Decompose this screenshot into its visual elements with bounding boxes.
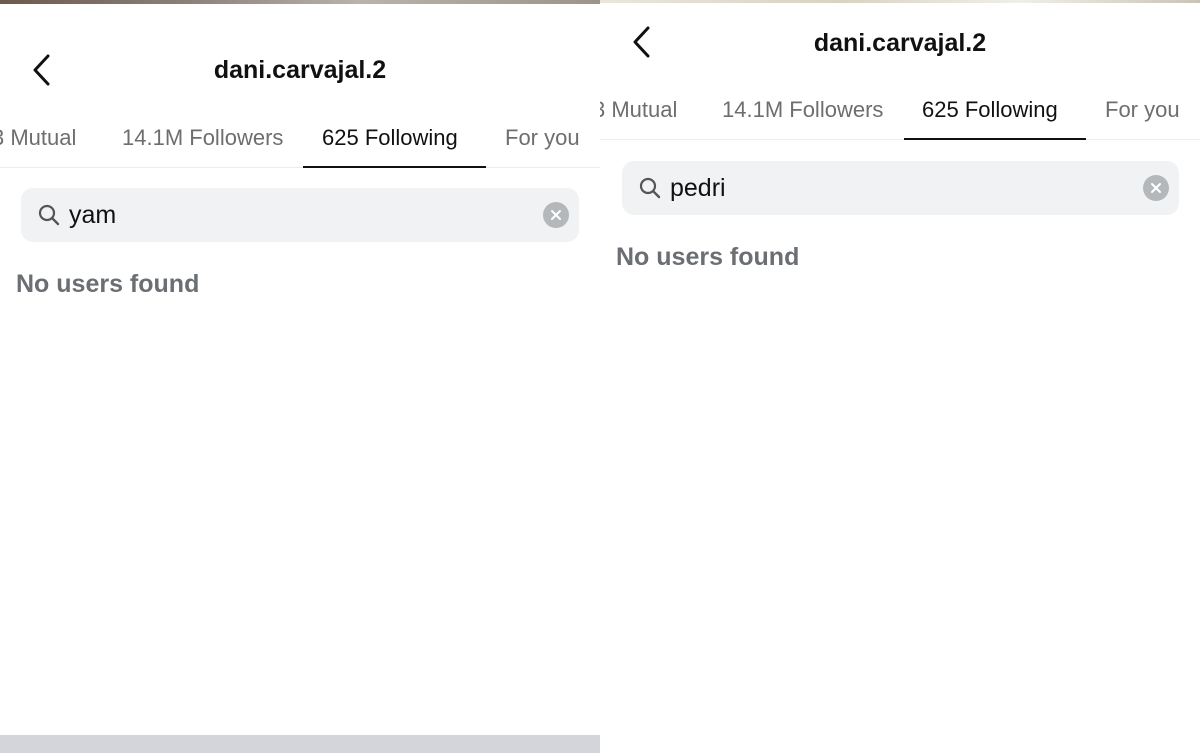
clear-search-button[interactable] (543, 202, 569, 228)
clear-search-button[interactable] (1143, 175, 1169, 201)
tab-mutual[interactable]: 3 Mutual (600, 80, 677, 140)
close-icon (551, 210, 561, 220)
right-screenshot-panel: dani.carvajal.2 3 Mutual 14.1M Followers… (600, 0, 1200, 753)
search-input[interactable] (69, 188, 509, 242)
top-image-strip (0, 0, 600, 4)
search-icon (38, 204, 60, 226)
follow-tabs: 3 Mutual 14.1M Followers 625 Following F… (600, 80, 1200, 140)
tab-following[interactable]: 625 Following (922, 80, 1058, 140)
search-bar (622, 161, 1179, 215)
top-image-strip (600, 0, 1200, 3)
active-tab-indicator (303, 166, 486, 168)
tab-followers[interactable]: 14.1M Followers (722, 80, 883, 140)
search-icon (639, 177, 661, 199)
search-bar (21, 188, 579, 242)
profile-username-title: dani.carvajal.2 (213, 56, 387, 84)
search-input[interactable] (670, 161, 1110, 215)
tab-following[interactable]: 625 Following (322, 108, 458, 168)
follow-tabs: 3 Mutual 14.1M Followers 625 Following F… (0, 108, 600, 168)
empty-results-message: No users found (616, 243, 800, 271)
active-tab-indicator (904, 138, 1086, 140)
close-icon (1151, 183, 1161, 193)
left-screenshot-panel: dani.carvajal.2 3 Mutual 14.1M Followers… (0, 0, 600, 753)
tab-for-you[interactable]: For you (1105, 80, 1180, 140)
empty-results-message: No users found (16, 270, 200, 298)
tab-followers[interactable]: 14.1M Followers (122, 108, 283, 168)
bottom-home-bar (0, 735, 600, 753)
tab-mutual[interactable]: 3 Mutual (0, 108, 76, 168)
profile-username-title: dani.carvajal.2 (813, 29, 987, 57)
tab-for-you[interactable]: For you (505, 108, 580, 168)
